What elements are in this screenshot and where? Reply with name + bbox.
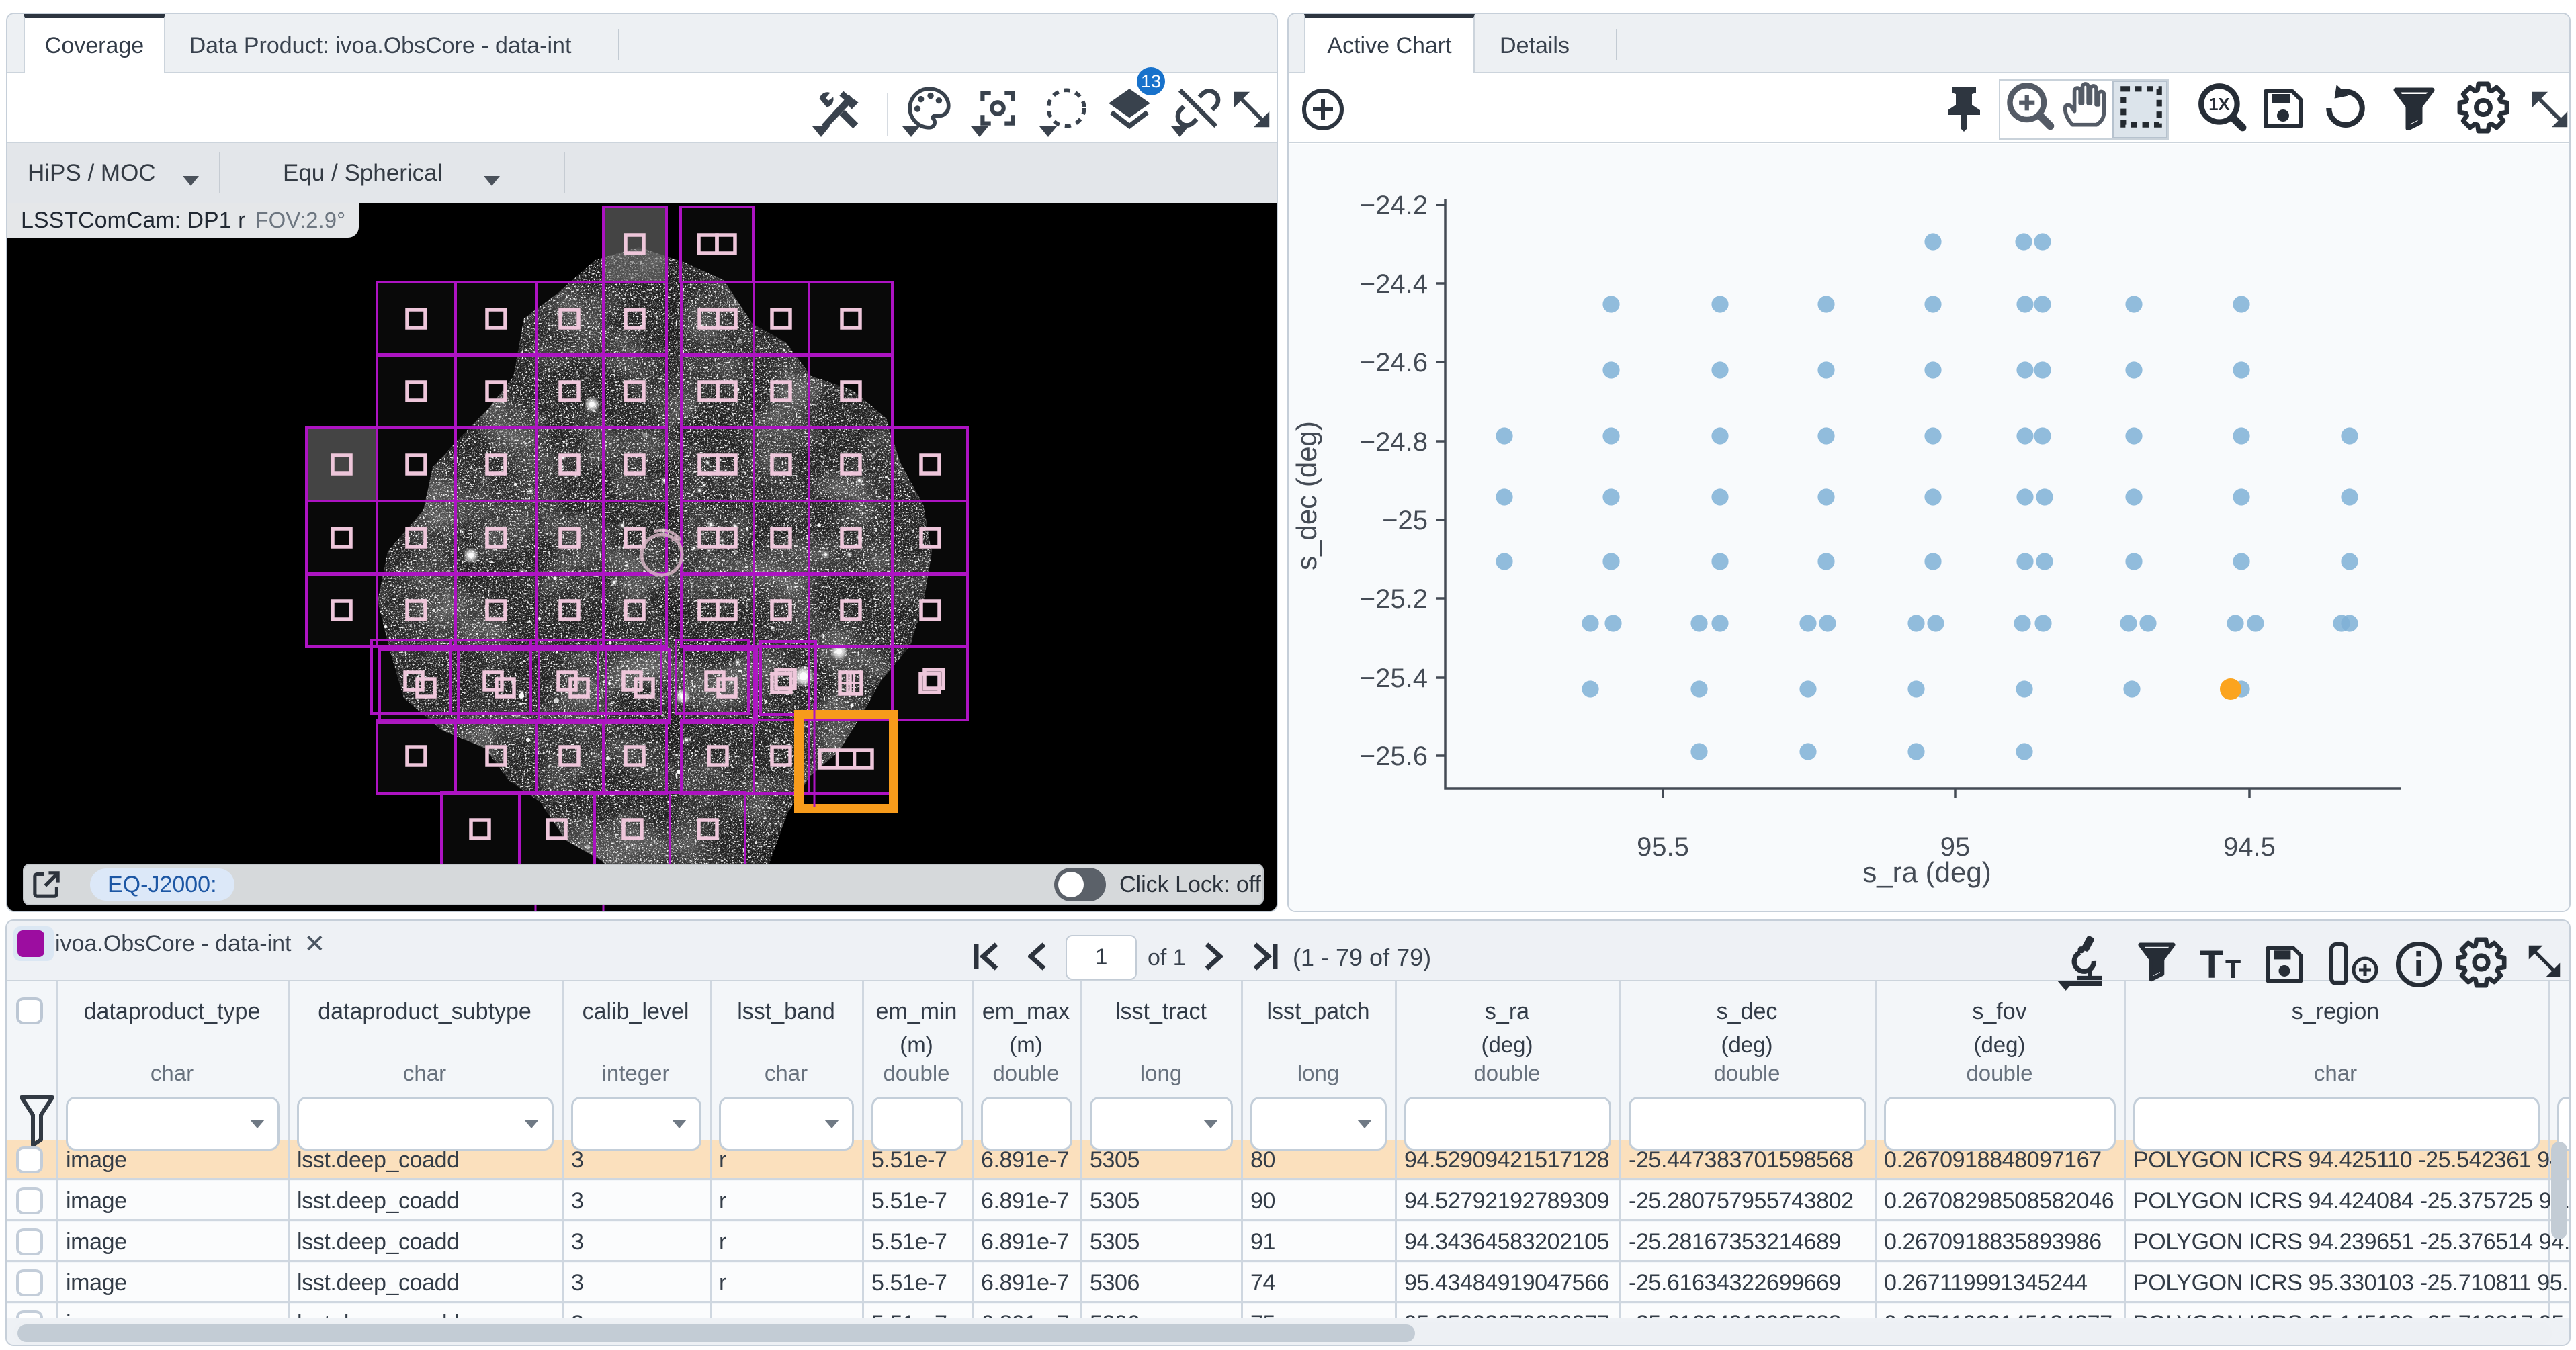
svg-text:−24.4: −24.4 <box>1360 269 1428 299</box>
svg-text:1X: 1X <box>2208 95 2229 114</box>
svg-text:−24.2: −24.2 <box>1360 191 1428 220</box>
svg-text:T: T <box>2200 944 2223 987</box>
svg-text:−25.2: −25.2 <box>1360 584 1428 614</box>
svg-text:−24.8: −24.8 <box>1360 427 1428 457</box>
svg-text:T: T <box>2225 956 2241 984</box>
svg-text:−25.6: −25.6 <box>1360 741 1428 771</box>
svg-text:−25.4: −25.4 <box>1360 664 1428 693</box>
svg-text:94.5: 94.5 <box>2223 832 2276 862</box>
svg-text:−25: −25 <box>1382 506 1428 535</box>
svg-text:s_dec (deg): s_dec (deg) <box>1291 421 1322 570</box>
svg-text:95.5: 95.5 <box>1637 832 1689 862</box>
svg-text:−24.6: −24.6 <box>1360 348 1428 377</box>
svg-text:s_ra (deg): s_ra (deg) <box>1862 856 1991 888</box>
